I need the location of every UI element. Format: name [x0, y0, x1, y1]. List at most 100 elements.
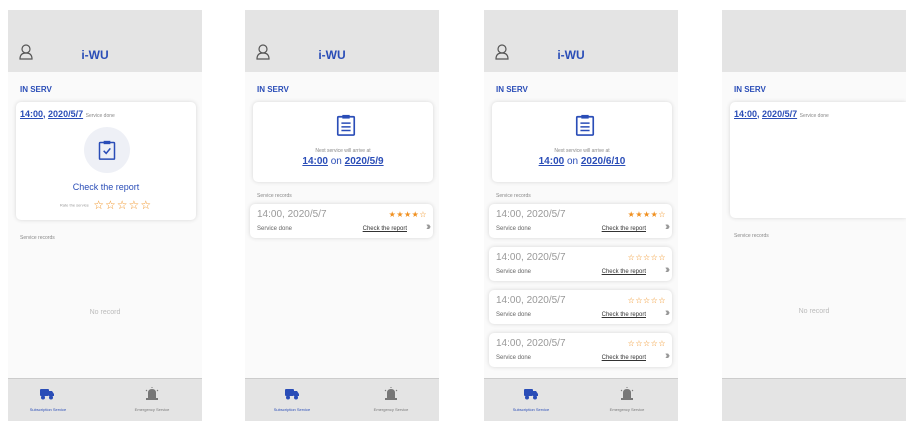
clipboard-check-icon: [98, 140, 116, 160]
nav-emergency-service[interactable]: Emergency Service: [112, 407, 192, 412]
record-status: Service done: [496, 312, 532, 318]
phone-screen-1: i-WU IN SERV 14:00, 2020/5/7 Service don…: [8, 10, 202, 421]
record-stars[interactable]: ☆☆☆☆☆: [628, 339, 666, 348]
siren-icon[interactable]: [145, 387, 159, 400]
header: i-WU: [245, 10, 439, 72]
service-records-label: Service records: [496, 193, 531, 199]
service-done-card: 14:00, 2020/5/7 Service done: [730, 102, 906, 218]
record-check-report-link[interactable]: Check the report: [602, 226, 646, 232]
record-card[interactable]: 14:00, 2020/5/7 ☆☆☆☆☆ Service done Check…: [489, 247, 672, 281]
record-datetime: 14:00, 2020/5/7: [257, 209, 327, 220]
report-icon-circle[interactable]: [84, 127, 130, 173]
app-title: i-WU: [318, 48, 346, 62]
section-title: IN SERV: [20, 85, 52, 94]
nav-emergency-service[interactable]: Emergency Service: [587, 407, 667, 412]
record-check-report-link[interactable]: Check the report: [602, 355, 646, 361]
nav-emergency-service[interactable]: Emergency Service: [351, 407, 431, 412]
record-status: Service done: [496, 355, 532, 361]
record-datetime: 14:00, 2020/5/7: [496, 209, 566, 220]
rate-label: Rate the service: [59, 202, 89, 208]
section-title: IN SERV: [496, 85, 528, 94]
no-record-text: No record: [798, 308, 830, 315]
user-icon[interactable]: [256, 44, 270, 60]
next-service-datetime[interactable]: 14:00 on 2020/5/9: [253, 156, 433, 167]
record-datetime: 14:00, 2020/5/7: [496, 295, 566, 306]
bottom-nav: Subscription Service Emergency Service: [8, 378, 202, 421]
truck-icon[interactable]: [524, 387, 538, 400]
header: i-WU: [8, 10, 202, 72]
rating-row: Rate the service ☆☆☆☆☆: [16, 196, 196, 214]
next-service-on: on: [566, 156, 579, 167]
record-card[interactable]: 14:00, 2020/5/7 ☆☆☆☆☆ Service done Check…: [489, 333, 672, 367]
service-status: Service done: [85, 113, 115, 119]
service-time[interactable]: 14:00: [734, 109, 757, 119]
next-service-label: Next service will arrive at: [315, 148, 371, 154]
service-time[interactable]: 14:00: [20, 109, 43, 119]
record-status: Service done: [257, 226, 293, 232]
record-card[interactable]: 14:00, 2020/5/7 ☆☆☆☆☆ Service done Check…: [489, 290, 672, 324]
section-title: IN SERV: [734, 85, 766, 94]
nav-subscription-service[interactable]: Subscription Service: [491, 407, 571, 412]
chevron-right-icon[interactable]: ›››: [665, 221, 670, 233]
nav-subscription-service[interactable]: Subscription Service: [8, 407, 88, 412]
user-icon[interactable]: [19, 44, 33, 60]
next-service-date[interactable]: 2020/5/9: [345, 156, 384, 167]
clipboard-icon: [575, 114, 595, 136]
service-status: Service done: [799, 113, 829, 119]
nav-subscription-service[interactable]: Subscription Service: [252, 407, 332, 412]
next-service-card: Next service will arrive at 14:00 on 202…: [492, 102, 672, 182]
record-datetime: 14:00, 2020/5/7: [496, 252, 566, 263]
service-records-label: Service records: [20, 235, 55, 241]
next-service-datetime[interactable]: 14:00 on 2020/6/10: [492, 156, 672, 167]
record-stars[interactable]: ☆☆☆☆☆: [628, 253, 666, 262]
next-service-time[interactable]: 14:00: [302, 156, 328, 167]
truck-icon[interactable]: [285, 387, 299, 400]
chevron-right-icon[interactable]: ›››: [426, 221, 431, 233]
bottom-nav: [722, 378, 906, 421]
no-record-text: No record: [89, 309, 121, 316]
header: [722, 10, 906, 72]
chevron-right-icon[interactable]: ›››: [665, 350, 670, 362]
next-service-card: Next service will arrive at 14:00 on 202…: [253, 102, 433, 182]
truck-icon[interactable]: [40, 387, 54, 400]
record-check-report-link[interactable]: Check the report: [602, 269, 646, 275]
record-stars[interactable]: ☆☆☆☆☆: [628, 296, 666, 305]
record-stars[interactable]: ★★★★☆: [628, 210, 666, 219]
app-title: i-WU: [81, 48, 109, 62]
clipboard-icon: [336, 114, 356, 136]
phone-screen-2: i-WU IN SERV Next service will arrive at…: [245, 10, 439, 421]
service-time-date[interactable]: 14:00, 2020/5/7 Service done: [734, 109, 829, 119]
record-stars[interactable]: ★★★★☆: [389, 210, 427, 219]
service-date[interactable]: 2020/5/7: [762, 109, 797, 119]
service-done-card: 14:00, 2020/5/7 Service done Check the r…: [16, 102, 196, 220]
record-card[interactable]: 14:00, 2020/5/7 ★★★★☆ Service done Check…: [489, 204, 672, 238]
siren-icon[interactable]: [620, 387, 634, 400]
record-check-report-link[interactable]: Check the report: [602, 312, 646, 318]
record-card[interactable]: 14:00, 2020/5/7 ★★★★☆ Service done Check…: [250, 204, 433, 238]
chevron-right-icon[interactable]: ›››: [665, 307, 670, 319]
record-status: Service done: [496, 226, 532, 232]
rating-stars[interactable]: ☆☆☆☆☆: [93, 198, 152, 212]
service-date[interactable]: 2020/5/7: [48, 109, 83, 119]
next-service-time[interactable]: 14:00: [539, 156, 565, 167]
app-title: i-WU: [557, 48, 585, 62]
check-report-link[interactable]: Check the report: [16, 182, 196, 192]
record-status: Service done: [496, 269, 532, 275]
siren-icon[interactable]: [384, 387, 398, 400]
header: i-WU: [484, 10, 678, 72]
chevron-right-icon[interactable]: ›››: [665, 264, 670, 276]
next-service-date[interactable]: 2020/6/10: [581, 156, 626, 167]
record-datetime: 14:00, 2020/5/7: [496, 338, 566, 349]
bottom-nav: Subscription Service Emergency Service: [484, 378, 678, 421]
bottom-nav: Subscription Service Emergency Service: [245, 378, 439, 421]
section-title: IN SERV: [257, 85, 289, 94]
service-records-label: Service records: [257, 193, 292, 199]
phone-screen-4: IN SERV 14:00, 2020/5/7 Service done Ser…: [722, 10, 906, 421]
next-service-on: on: [330, 156, 342, 167]
user-icon[interactable]: [495, 44, 509, 60]
next-service-label: Next service will arrive at: [554, 148, 610, 154]
phone-screen-3: i-WU IN SERV Next service will arrive at…: [484, 10, 678, 421]
service-time-date[interactable]: 14:00, 2020/5/7 Service done: [20, 109, 115, 119]
record-check-report-link[interactable]: Check the report: [363, 226, 407, 232]
service-records-label: Service records: [734, 233, 769, 239]
